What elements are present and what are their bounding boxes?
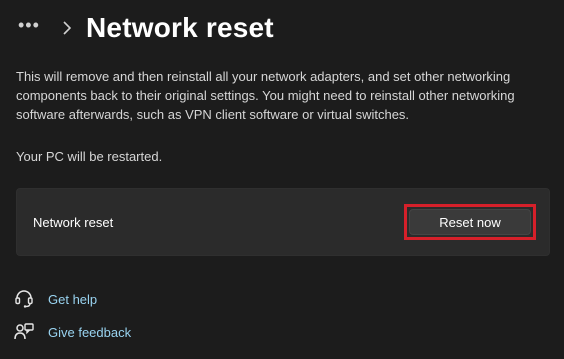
chevron-right-icon [62,20,72,36]
network-reset-page: ••• Network reset This will remove and t… [0,0,564,359]
reset-now-button[interactable]: Reset now [409,209,531,235]
more-options-icon[interactable]: ••• [18,16,46,34]
get-help-label: Get help [48,291,98,307]
page-title: Network reset [86,12,274,43]
description-text: This will remove and then reinstall all … [16,69,515,122]
restart-note: Your PC will be restarted. [16,149,163,164]
get-help-link[interactable]: Get help [14,287,131,311]
help-icon [14,289,34,309]
give-feedback-label: Give feedback [48,324,132,340]
help-links: Get help Give feedback [14,287,131,353]
feedback-icon [14,322,34,342]
give-feedback-link[interactable]: Give feedback [14,320,131,344]
card-label: Network reset [33,215,114,230]
breadcrumb: ••• Network reset [18,8,274,48]
network-reset-card: Network reset Reset now [16,188,550,256]
